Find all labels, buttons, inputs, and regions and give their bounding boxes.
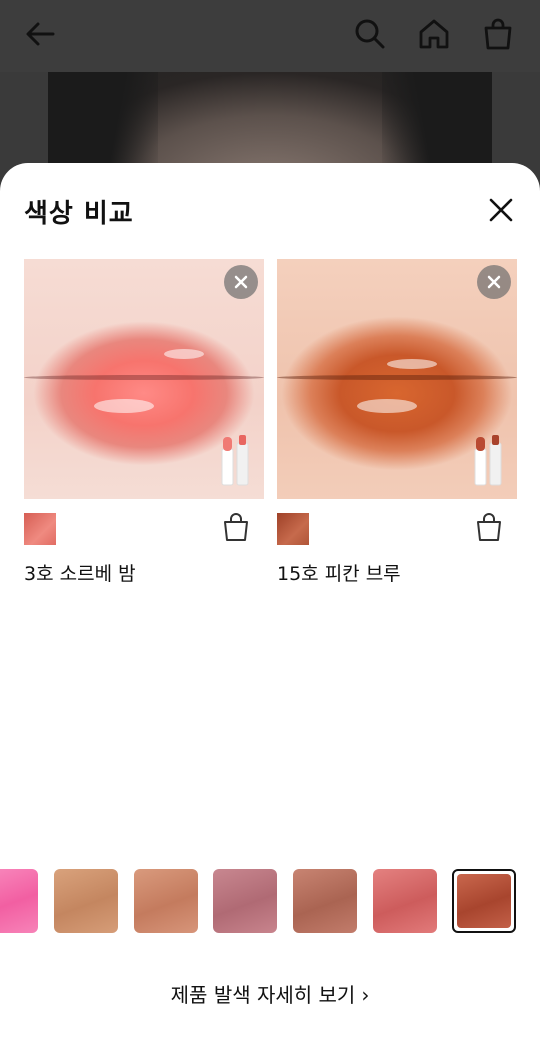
lipstick-product-icon xyxy=(474,435,502,486)
home-button[interactable] xyxy=(414,14,454,54)
shade-chip-selected[interactable] xyxy=(452,869,516,933)
lip-swatch-photo xyxy=(24,259,264,499)
arrow-left-icon xyxy=(26,22,55,46)
color-swatch xyxy=(24,513,56,545)
remove-button[interactable] xyxy=(477,265,511,299)
shade-chip[interactable] xyxy=(54,869,118,933)
close-icon[interactable] xyxy=(486,195,516,225)
sheet-title: 색상 비교 xyxy=(24,199,134,229)
compare-card: 3호 소르베 밤 xyxy=(24,259,264,585)
lip-line xyxy=(277,375,517,380)
color-compare-sheet: 색상 비교 3호 소르베 밤 15호 피칸 브루 제품 발색 자세히 보기 › xyxy=(0,163,540,1053)
lip-swatch-photo xyxy=(277,259,517,499)
home-icon xyxy=(419,19,449,49)
close-icon xyxy=(487,275,501,289)
gloss-highlight xyxy=(387,359,437,369)
product-shade-name: 3호 소르베 밤 xyxy=(24,563,136,585)
compare-card: 15호 피칸 브루 xyxy=(277,259,517,585)
shopping-bag-icon[interactable] xyxy=(222,512,250,542)
detail-link-label: 제품 발색 자세히 보기 xyxy=(170,983,356,1007)
shade-chip[interactable] xyxy=(0,869,38,933)
shade-chip[interactable] xyxy=(213,869,277,933)
top-app-bar xyxy=(0,0,540,72)
search-icon xyxy=(355,19,385,49)
gloss-highlight xyxy=(164,349,204,359)
search-button[interactable] xyxy=(350,14,390,54)
shade-chip[interactable] xyxy=(373,869,437,933)
gloss-highlight xyxy=(357,399,417,413)
close-icon xyxy=(234,275,248,289)
remove-button[interactable] xyxy=(224,265,258,299)
product-shade-name: 15호 피칸 브루 xyxy=(277,563,401,585)
shopping-bag-icon xyxy=(484,18,512,50)
color-swatch xyxy=(277,513,309,545)
lip-line xyxy=(24,375,264,380)
shade-chip-fill xyxy=(457,874,511,928)
shade-chip[interactable] xyxy=(134,869,198,933)
shade-chip-strip[interactable] xyxy=(0,869,540,935)
back-button[interactable] xyxy=(20,14,60,54)
shade-chip[interactable] xyxy=(293,869,357,933)
gloss-highlight xyxy=(94,399,154,413)
shopping-bag-icon[interactable] xyxy=(475,512,503,542)
product-color-detail-link[interactable]: 제품 발색 자세히 보기 › xyxy=(0,979,540,1008)
lipstick-product-icon xyxy=(221,435,249,486)
chevron-right-icon: › xyxy=(361,983,370,1007)
cart-button[interactable] xyxy=(478,14,518,54)
